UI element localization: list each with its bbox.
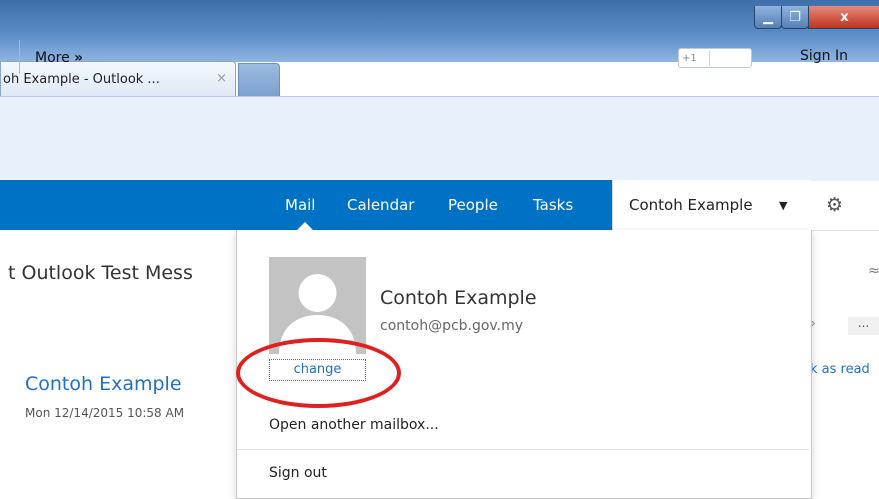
caret-down-icon[interactable]: ▼ [779,199,787,212]
toolbar-divider [19,40,20,74]
profile-name: Contoh Example [380,287,537,309]
highlight-annotation-circle [236,338,401,408]
message-date: Mon 12/14/2015 10:58 AM [25,406,185,420]
panel-divider [237,449,809,450]
maximize-button[interactable]: ❐ [781,6,809,29]
sign-out-link[interactable]: Sign out [269,465,327,481]
more-label: More [35,50,70,66]
home-icon[interactable]: ⌂ [814,64,827,88]
sign-in-link[interactable]: Sign In [800,48,848,64]
message-sender[interactable]: Contoh Example [25,373,182,395]
browser-tab[interactable]: oh Example - Outlook ... × [0,61,236,96]
collapse-icon[interactable]: ≈ [868,263,879,279]
new-tab-button[interactable] [238,63,280,97]
profile-email: contoh@pcb.gov.my [380,318,524,334]
minimize-button[interactable]: ▁ [754,6,782,29]
gplus-count [709,50,748,66]
favorites-star-icon[interactable]: ★ [843,64,861,88]
more-actions-button[interactable]: ... [848,317,879,335]
google-plus-one-button[interactable]: +1 [678,48,752,68]
nav-tasks[interactable]: Tasks [533,196,573,214]
tab-title: oh Example - Outlook ... [3,71,160,87]
settings-gear-icon[interactable]: ⚙ [826,194,843,216]
more-button[interactable]: More » [35,50,83,66]
nav-mail[interactable]: Mail [285,196,315,214]
close-window-button[interactable]: x [808,6,879,29]
tab-close-icon[interactable]: × [216,71,227,86]
account-name[interactable]: Contoh Example [629,196,753,214]
active-nav-indicator [297,222,313,230]
mark-as-read-link[interactable]: k as read [810,362,870,377]
browser-toolbar [0,96,879,181]
gplus-label: +1 [682,52,697,64]
message-subject: t Outlook Test Mess [8,262,193,284]
nav-people[interactable]: People [448,196,498,214]
double-chevron-icon: » [74,50,84,66]
open-another-mailbox-link[interactable]: Open another mailbox... [269,417,439,433]
nav-calendar[interactable]: Calendar [347,196,414,214]
